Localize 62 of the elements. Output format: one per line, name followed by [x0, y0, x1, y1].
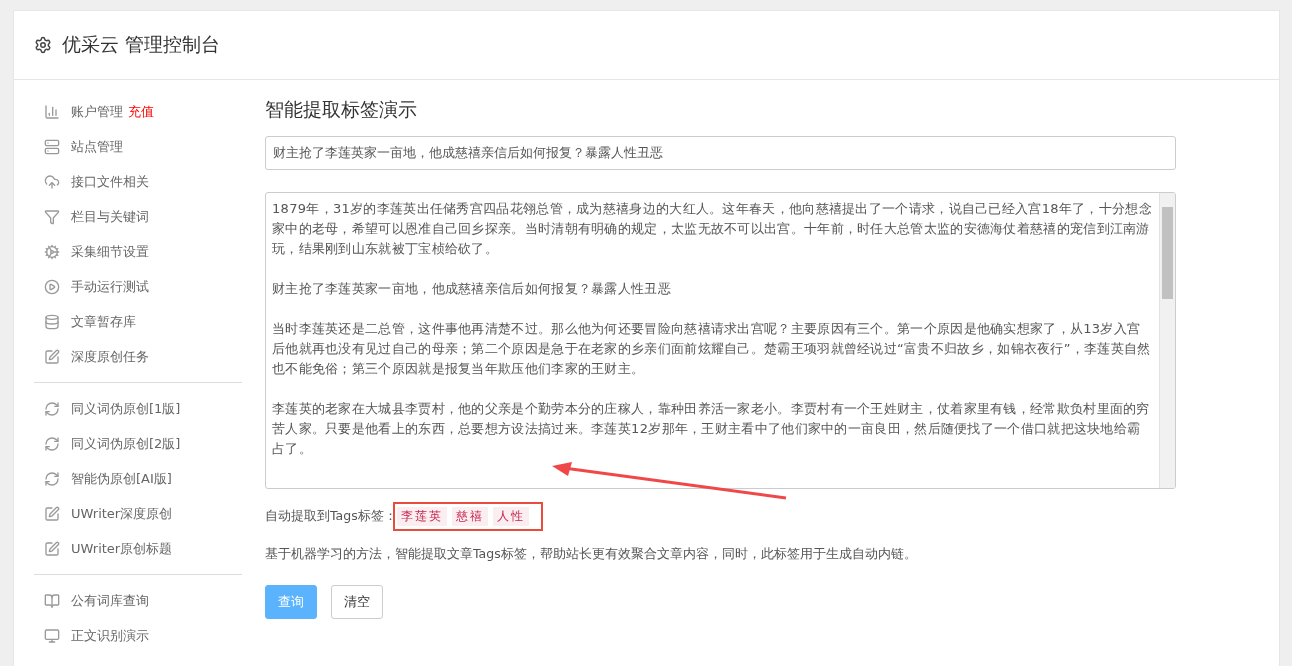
cloud-upload-icon: [44, 173, 60, 190]
gears-icon: [44, 243, 60, 260]
sidebar-item[interactable]: 同义词伪原创[1版]: [34, 391, 242, 426]
sidebar-label: 站点管理: [71, 137, 123, 156]
content-paragraph: 财主抢了李莲英家一亩地，他成慈禧亲信后如何报复？暴露人性丑恶: [272, 280, 672, 298]
sidebar-item[interactable]: UWriter原创标题: [34, 531, 242, 566]
sidebar-item[interactable]: 栏目与关键词: [34, 199, 242, 234]
refresh-icon: [44, 435, 60, 452]
sidebar-item[interactable]: 文章暂存库: [34, 304, 242, 339]
play-icon: [44, 278, 60, 295]
edit-icon: [44, 505, 60, 522]
sidebar-item[interactable]: 账户管理 充值: [34, 94, 242, 129]
sidebar-item[interactable]: 手动运行测试: [34, 269, 242, 304]
filter-icon: [44, 208, 60, 225]
sidebar-label: 栏目与关键词: [71, 207, 149, 226]
sidebar-item[interactable]: 接口文件相关: [34, 164, 242, 199]
content-paragraph: 1879年，31岁的李莲英出任储秀宫四品花翎总管，成为慈禧身边的大红人。这年春天，他向慈禧提出了一个请求，说自己已经入宫18年了，十分想念家中的老母，希望可以恩准自己回乡探亲。当时清朝有明确的规定，太监无故不可以出宫。十年前，时任大总管太监的安德海仗着慈禧的宠信到江南游玩，结果刚到山东就被丁宝桢给砍了。: [272, 200, 1153, 258]
tag: 李莲英: [396, 507, 447, 526]
sidebar-label: UWriter深度原创: [71, 504, 173, 523]
sidebar-label: 接口文件相关: [71, 172, 149, 191]
sidebar-item[interactable]: UWriter深度原创: [34, 496, 242, 531]
sidebar-label: 手动运行测试: [71, 277, 149, 296]
refresh-icon: [44, 400, 60, 417]
title-field[interactable]: 财主抢了李莲英家一亩地，他成慈禧亲信后如何报复？暴露人性丑恶: [265, 136, 1176, 170]
sidebar-item[interactable]: 深度原创任务: [34, 339, 242, 374]
clear-button[interactable]: 清空: [331, 585, 383, 619]
sidebar-item[interactable]: 正文识别演示: [34, 618, 242, 653]
sidebar-label: 文章暂存库: [71, 312, 136, 331]
content-paragraph: 李莲英的老家在大城县李贾村，他的父亲是个勤劳本分的庄稼人，靠种田养活一家老小。李贾村有一个王姓财主，仗着家里有钱，经常欺负村里面的穷苦人家。只要是他看上的东西，总要想方设法搞过来。李莲英12岁那年，王财主看中了他们家中的一亩良田，然后随便找了一个借口就把这块地给霸占了。: [272, 400, 1151, 458]
server-icon: [44, 138, 60, 155]
description-text: 基于机器学习的方法，智能提取文章Tags标签，帮助站长更有效聚合文章内容，同时，此标签用于生成自动内链。: [265, 546, 918, 563]
sidebar-item[interactable]: 采集细节设置: [34, 234, 242, 269]
section-title: 智能提取标签演示: [265, 97, 418, 122]
sidebar-label: 智能伪原创[AI版]: [71, 469, 172, 488]
sidebar-item[interactable]: 智能伪原创[AI版]: [34, 461, 242, 496]
sidebar-item[interactable]: 同义词伪原创[2版]: [34, 426, 242, 461]
book-icon: [44, 592, 60, 609]
bar-chart-icon: [44, 103, 60, 120]
settings-icon: [34, 36, 52, 54]
edit-icon: [44, 348, 60, 365]
tag: 慈禧: [451, 507, 488, 526]
database-icon: [44, 313, 60, 330]
sidebar-item[interactable]: 公有词库查询: [34, 583, 242, 618]
monitor-icon: [44, 627, 60, 644]
content-field[interactable]: [265, 192, 1176, 489]
sidebar-item[interactable]: 站点管理: [34, 129, 242, 164]
sidebar-label: 同义词伪原创[1版]: [71, 399, 181, 418]
sidebar-label: UWriter原创标题: [71, 539, 173, 558]
sidebar-label: 正文识别演示: [71, 626, 149, 645]
scrollbar[interactable]: [1159, 193, 1175, 488]
console-title: 优采云 管理控制台: [62, 32, 221, 57]
sidebar-label: 公有词库查询: [71, 591, 149, 610]
sidebar-label: 采集细节设置: [71, 242, 149, 261]
refresh-icon: [44, 470, 60, 487]
sidebar-label: 深度原创任务: [71, 347, 149, 366]
recharge-link[interactable]: 充值: [128, 102, 154, 121]
tags-label: 自动提取到Tags标签：: [265, 508, 397, 525]
content-paragraph: 当时李莲英还是二总管，这件事他再清楚不过。那么他为何还要冒险向慈禧请求出宫呢？主要原因有三个。第一个原因是他确实想家了，从13岁入宫后他就再也没有见过自己的母亲；第二个原因是急于在老家的乡亲们面前炫耀自己。楚霸王项羽就曾经说过“富贵不归故乡，如锦衣夜行”，李莲英自然也不能免俗；第三个原因就是报复当年欺压他们李家的王财主。: [272, 320, 1152, 378]
sidebar-label: 同义词伪原创[2版]: [71, 434, 181, 453]
tag: 人性: [492, 507, 529, 526]
sidebar-label: 账户管理: [71, 102, 123, 121]
edit-icon: [44, 540, 60, 557]
